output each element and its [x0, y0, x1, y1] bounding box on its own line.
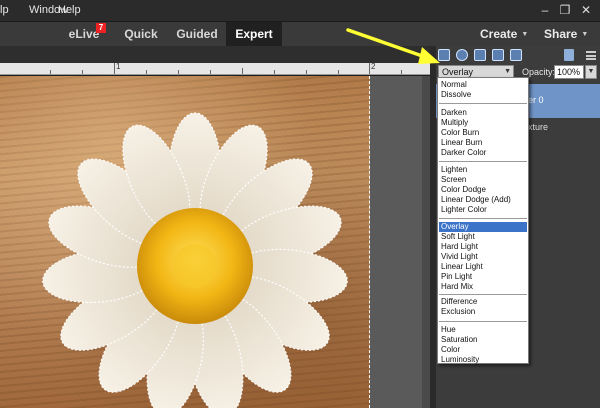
- ruler-tick: [146, 70, 147, 74]
- elive-notification-badge: 7: [96, 23, 106, 33]
- ruler-label: 1: [116, 62, 121, 71]
- layer-name: er 0: [528, 95, 544, 105]
- blend-option-dissolve[interactable]: Dissolve: [439, 90, 527, 100]
- menu-item-help-partial[interactable]: lp: [0, 4, 9, 16]
- ruler-tick: [369, 63, 370, 74]
- blend-mode-value: Overlay: [442, 67, 474, 77]
- ruler-tick: [401, 70, 402, 74]
- blend-option-normal[interactable]: Normal: [439, 80, 527, 90]
- horizontal-ruler: 1 2: [0, 62, 430, 75]
- vertical-scrollbar[interactable]: [422, 76, 430, 408]
- menu-bar: lp Window Help – ❐ ✕: [0, 0, 600, 22]
- chevron-down-icon: ▼: [581, 31, 589, 38]
- menu-divider: [439, 161, 527, 162]
- trash-icon[interactable]: [564, 49, 574, 61]
- ruler-tick: [338, 70, 339, 74]
- menu-item-help[interactable]: Help: [58, 4, 81, 16]
- menu-divider: [439, 294, 527, 295]
- blend-option-overlay[interactable]: Overlay: [439, 222, 527, 232]
- create-label: Create: [480, 27, 518, 41]
- link-icon[interactable]: [510, 49, 522, 61]
- blend-option-lighter-color[interactable]: Lighter Color: [439, 205, 527, 215]
- layer-label-text: xture: [528, 122, 549, 132]
- blend-option-saturation[interactable]: Saturation: [439, 335, 527, 345]
- tab-guided[interactable]: Guided: [170, 22, 224, 46]
- layers-toolbar: [436, 46, 600, 64]
- opacity-dropdown-button[interactable]: ▼: [585, 65, 597, 79]
- blend-option-hard-mix[interactable]: Hard Mix: [439, 282, 527, 292]
- ruler-tick: [274, 70, 275, 74]
- blend-option-color-burn[interactable]: Color Burn: [439, 128, 527, 138]
- blend-option-screen[interactable]: Screen: [439, 175, 527, 185]
- blend-option-exclusion[interactable]: Exclusion: [439, 307, 527, 317]
- blend-option-difference[interactable]: Difference: [439, 297, 527, 307]
- chevron-down-icon: ▼: [521, 31, 529, 38]
- ruler-tick: [82, 70, 83, 74]
- panel-menu-icon[interactable]: [586, 51, 596, 60]
- ruler-tick: [210, 70, 211, 74]
- image-canvas[interactable]: [0, 76, 430, 408]
- share-menu[interactable]: Share ▼: [544, 22, 588, 46]
- blend-option-linear-light[interactable]: Linear Light: [439, 262, 527, 272]
- menu-divider: [439, 321, 527, 322]
- tab-quick[interactable]: Quick: [116, 22, 166, 46]
- menu-divider: [439, 218, 527, 219]
- opacity-label: Opacity:: [522, 67, 556, 77]
- blend-option-hard-light[interactable]: Hard Light: [439, 242, 527, 252]
- selection-marquee: [0, 76, 370, 408]
- blend-option-hue[interactable]: Hue: [439, 325, 527, 335]
- restore-icon[interactable]: ❐: [557, 3, 573, 17]
- blend-option-lighten[interactable]: Lighten: [439, 165, 527, 175]
- document-tab-strip: [0, 46, 430, 63]
- new-layer-icon[interactable]: [438, 49, 450, 61]
- ruler-label: 2: [371, 62, 376, 71]
- mode-bar: eLive 7 Quick Guided Expert Create ▼ Shar…: [0, 22, 600, 46]
- share-label: Share: [544, 27, 578, 41]
- close-icon[interactable]: ✕: [578, 3, 594, 17]
- ruler-tick: [114, 63, 115, 74]
- ruler-tick: [242, 68, 243, 74]
- menu-divider: [439, 103, 527, 104]
- minimize-icon[interactable]: –: [537, 3, 553, 17]
- blend-option-color-dodge[interactable]: Color Dodge: [439, 185, 527, 195]
- blend-option-pin-light[interactable]: Pin Light: [439, 272, 527, 282]
- blend-option-linear-burn[interactable]: Linear Burn: [439, 138, 527, 148]
- blend-option-darker-color[interactable]: Darker Color: [439, 148, 527, 158]
- adjustment-layer-icon[interactable]: [456, 49, 468, 61]
- ruler-tick: [306, 70, 307, 74]
- tab-elive-label: eLive: [68, 27, 100, 41]
- blend-option-vivid-light[interactable]: Vivid Light: [439, 252, 527, 262]
- opacity-input[interactable]: 100%: [554, 65, 584, 79]
- layer-mask-icon[interactable]: [474, 49, 486, 61]
- blend-option-luminosity[interactable]: Luminosity: [439, 355, 527, 365]
- ruler-tick: [178, 70, 179, 74]
- lock-icon[interactable]: [492, 49, 504, 61]
- ruler-tick: [50, 70, 51, 74]
- blend-option-darken[interactable]: Darken: [439, 108, 527, 118]
- blend-option-color[interactable]: Color: [439, 345, 527, 355]
- blend-option-soft-light[interactable]: Soft Light: [439, 232, 527, 242]
- create-menu[interactable]: Create ▼: [480, 22, 528, 46]
- blend-option-multiply[interactable]: Multiply: [439, 118, 527, 128]
- blend-mode-dropdown-list: Normal Dissolve Darken Multiply Color Bu…: [437, 77, 529, 364]
- blend-option-linear-dodge[interactable]: Linear Dodge (Add): [439, 195, 527, 205]
- tab-expert[interactable]: Expert: [226, 22, 282, 46]
